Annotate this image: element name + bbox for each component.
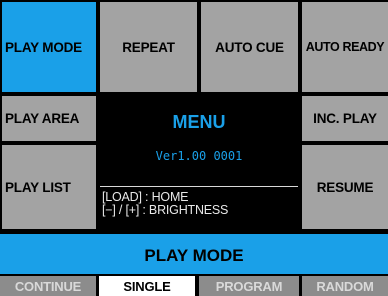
option-continue[interactable]: CONTINUE (0, 276, 96, 296)
auto-ready-button[interactable]: AUTO READY (302, 2, 388, 92)
repeat-button[interactable]: REPEAT (100, 2, 197, 92)
play-area-button[interactable]: PLAY AREA (2, 96, 96, 141)
play-mode-button[interactable]: PLAY MODE (2, 2, 96, 92)
play-list-button[interactable]: PLAY LIST (2, 145, 96, 229)
menu-divider (100, 186, 298, 187)
option-single[interactable]: SINGLE (99, 276, 195, 296)
load-home-hint: [LOAD] : HOME (102, 190, 189, 204)
inc-play-button[interactable]: INC. PLAY (302, 96, 388, 141)
auto-cue-button[interactable]: AUTO CUE (201, 2, 298, 92)
option-program[interactable]: PROGRAM (199, 276, 299, 296)
menu-title: MENU (172, 112, 226, 132)
menu-panel: MENU Ver1.00 0001 [LOAD] : HOME [−] / [+… (96, 94, 302, 231)
version-text: Ver1.00 0001 (155, 149, 243, 163)
mode-bar-title: PLAY MODE (144, 246, 244, 265)
option-random[interactable]: RANDOM (302, 276, 388, 296)
resume-button[interactable]: RESUME (302, 145, 388, 229)
brightness-hint: [−] / [+] : BRIGHTNESS (102, 203, 229, 217)
